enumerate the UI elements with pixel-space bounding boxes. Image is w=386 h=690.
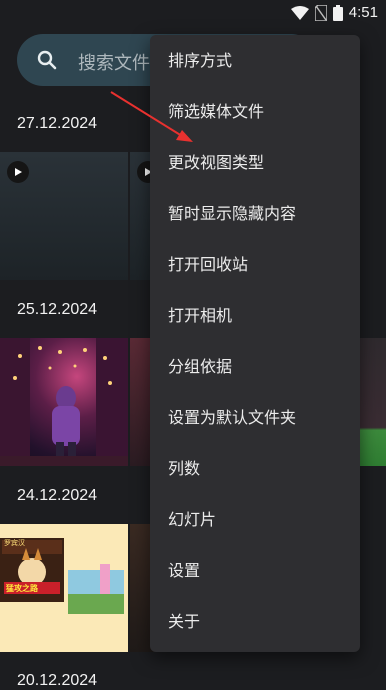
- annotation-arrow-icon: [110, 91, 193, 142]
